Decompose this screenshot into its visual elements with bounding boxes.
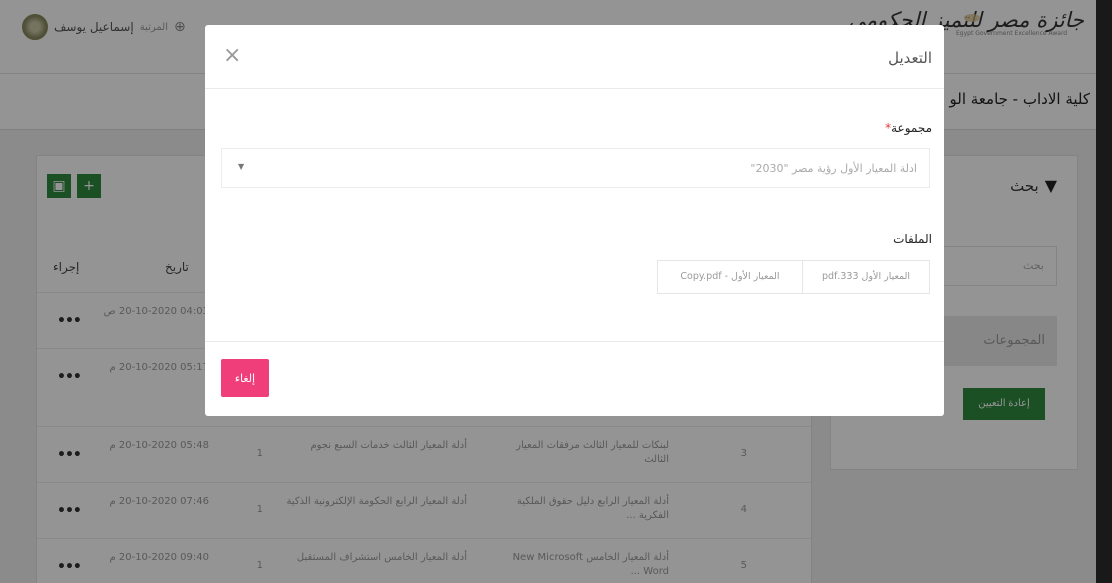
modal-footer: إلغاء bbox=[205, 341, 944, 416]
group-label-text: مجموعة bbox=[891, 121, 932, 135]
modal-title: التعديل bbox=[888, 49, 932, 67]
cancel-button[interactable]: إلغاء bbox=[221, 359, 269, 397]
group-select-value: ادلة المعيار الأول رؤية مصر "2030" bbox=[750, 162, 917, 175]
files-field-label: الملفات bbox=[893, 232, 932, 246]
caret-down-icon: ▼ bbox=[238, 162, 245, 171]
file-chip[interactable]: المعيار الأول 333.pdf bbox=[802, 260, 930, 294]
file-chip[interactable]: المعيار الأول - Copy.pdf bbox=[657, 260, 803, 294]
group-field-label: مجموعة* bbox=[885, 121, 932, 135]
group-select[interactable]: ادلة المعيار الأول رؤية مصر "2030" ▼ bbox=[221, 148, 930, 188]
edit-modal: التعديل × مجموعة* ادلة المعيار الأول رؤي… bbox=[205, 25, 944, 416]
close-icon[interactable]: × bbox=[223, 45, 241, 67]
modal-header: التعديل × bbox=[205, 25, 944, 89]
